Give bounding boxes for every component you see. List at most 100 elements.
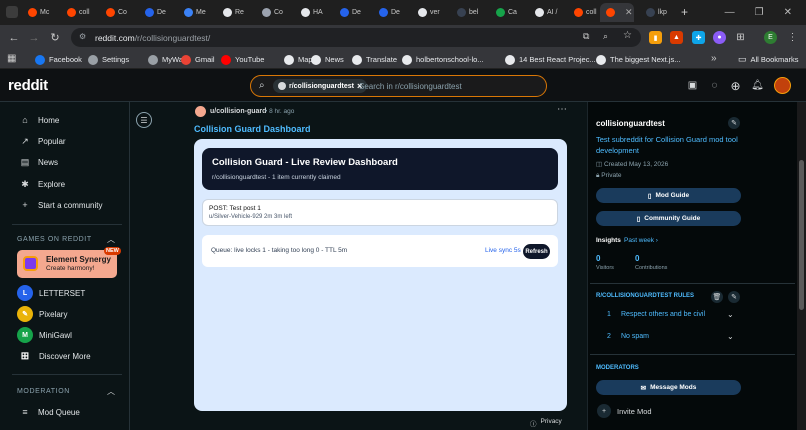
advertise-icon[interactable]: ▣ xyxy=(686,79,699,92)
letterset-icon: L xyxy=(17,285,33,301)
tab-search-icon[interactable] xyxy=(6,6,18,18)
privacy-link[interactable]: ⓘ Privacy xyxy=(530,418,562,428)
bookmark-item[interactable]: Gmail xyxy=(181,50,215,69)
extensions-puzzle-icon[interactable]: ⊞ xyxy=(734,31,747,44)
browser-tab[interactable]: Co xyxy=(100,3,138,22)
forward-icon[interactable]: → xyxy=(24,25,44,50)
extension-icon-2[interactable]: ▲ xyxy=(670,31,683,44)
extension-icon-4[interactable]: ● xyxy=(713,31,726,44)
edit-rules-icon[interactable]: ✎ xyxy=(728,291,740,303)
past-week-selector[interactable]: Past week › xyxy=(624,237,658,244)
reddit-logo[interactable]: reddit xyxy=(8,77,48,94)
browser-tab[interactable]: De xyxy=(334,3,372,22)
post-title[interactable]: Collision Guard Dashboard xyxy=(194,124,311,134)
rule-expand-chevron-icon[interactable]: ⌄ xyxy=(727,310,734,319)
zoom-icon[interactable]: ⌕ xyxy=(603,31,608,42)
back-icon[interactable]: ← xyxy=(4,25,24,50)
page-scrollbar-thumb[interactable] xyxy=(799,160,804,310)
delete-rules-icon[interactable]: 🗑︎ xyxy=(711,291,723,303)
post-author[interactable]: u/collision-guard xyxy=(210,108,266,115)
bookmark-star-icon[interactable]: ☆ xyxy=(623,30,632,41)
edit-description-icon[interactable]: ✎ xyxy=(728,117,740,129)
bookmark-item[interactable]: Facebook xyxy=(35,50,82,69)
browser-tab[interactable]: AI / xyxy=(529,3,567,22)
extension-icon-1[interactable]: ▮ xyxy=(649,31,662,44)
moderation-collapse-chevron-icon[interactable]: ︿ xyxy=(107,386,115,397)
search-input[interactable]: ⌕ r/collisionguardtest × Search in r/col… xyxy=(250,75,547,97)
search-scope-chip[interactable]: r/collisionguardtest × xyxy=(273,79,368,93)
claimed-post-row[interactable]: POST: Test post 1 u/Silver-Vehicle-929 2… xyxy=(202,199,558,226)
extension-icon-3[interactable]: ✚ xyxy=(692,31,705,44)
browser-menu-icon[interactable]: ⋮ xyxy=(786,31,799,44)
create-post-icon[interactable]: ⊕ xyxy=(729,79,742,93)
restore-icon[interactable]: ❐ xyxy=(755,7,764,18)
bookmark-item[interactable]: 14 Best React Projec... xyxy=(505,50,596,69)
tab-label: Co xyxy=(118,9,127,16)
browser-tab[interactable]: Mc xyxy=(22,3,60,22)
browser-tab[interactable]: coll xyxy=(61,3,99,22)
author-avatar[interactable] xyxy=(195,106,206,117)
user-avatar[interactable] xyxy=(774,77,791,94)
notifications-icon[interactable]: 🔔︎ xyxy=(751,79,764,92)
browser-tab[interactable]: ✕ xyxy=(600,3,634,22)
game-minigawl[interactable]: M MiniGawl xyxy=(17,327,72,343)
divider xyxy=(12,224,122,225)
browser-tab[interactable]: De xyxy=(373,3,411,22)
nav-start-community[interactable]: + Start a community xyxy=(20,200,102,210)
tab-close-icon[interactable]: ✕ xyxy=(625,7,633,18)
bookmark-item[interactable]: Settings xyxy=(88,50,129,69)
game-letterset[interactable]: L LETTERSET xyxy=(17,285,85,301)
browser-tab[interactable]: lkp xyxy=(640,3,678,22)
game-element-synergy[interactable]: Element Synergy Create harmony! xyxy=(17,250,117,278)
community-guide-button[interactable]: ▯ Community Guide xyxy=(596,211,741,226)
bookmark-item[interactable]: YouTube xyxy=(221,50,264,69)
rule-item[interactable]: 1 Respect others and be civil ⌄ xyxy=(596,310,741,322)
nav-news[interactable]: ▤ News xyxy=(20,157,58,168)
browser-tab[interactable]: De xyxy=(139,3,177,22)
nav-explore[interactable]: ✱ Explore xyxy=(20,179,65,190)
game-pixelary[interactable]: ✎ Pixelary xyxy=(17,306,67,322)
close-icon[interactable]: ✕ xyxy=(784,7,792,18)
nav-home[interactable]: ⌂ Home xyxy=(20,115,59,125)
bookmark-item[interactable]: Translate xyxy=(352,50,397,69)
bookmark-item[interactable]: The biggest Next.js... xyxy=(596,50,680,69)
message-mods-button[interactable]: ✉ Message Mods xyxy=(596,380,741,395)
bookmark-item[interactable]: News xyxy=(311,50,344,69)
translate-icon[interactable]: ⧉ xyxy=(583,31,589,42)
browser-tab[interactable]: ver xyxy=(412,3,450,22)
refresh-button[interactable]: Refresh xyxy=(523,244,550,259)
nav-popular[interactable]: ↗ Popular xyxy=(20,136,65,147)
browser-tab[interactable]: Ca xyxy=(490,3,528,22)
folder-icon: ▭ xyxy=(738,54,747,64)
new-tab-button[interactable]: + xyxy=(681,5,688,19)
discover-more[interactable]: ⊞ Discover More xyxy=(17,348,91,364)
invite-mod-button[interactable]: + Invite Mod xyxy=(597,404,652,418)
all-bookmarks[interactable]: ▭ All Bookmarks xyxy=(738,50,798,69)
profile-avatar[interactable]: E xyxy=(764,31,777,44)
guide-icon: ▯ xyxy=(636,215,641,223)
nav-mod-queue[interactable]: ≡ Mod Queue xyxy=(20,407,79,417)
mod-guide-button[interactable]: ▯ Mod Guide xyxy=(596,188,741,203)
games-section-header[interactable]: GAMES ON REDDIT xyxy=(17,236,92,243)
browser-tab[interactable]: bel xyxy=(451,3,489,22)
moderation-section-header[interactable]: MODERATION xyxy=(17,388,70,395)
collapse-sidebar-button[interactable]: ☰ xyxy=(136,112,152,128)
rule-item[interactable]: 2 No spam ⌄ xyxy=(596,332,741,344)
url-input[interactable]: ⚙ reddit.com/r/collisionguardtest/ ⧉ ⌕ ☆ xyxy=(71,28,641,47)
chat-icon[interactable]: ◌ xyxy=(708,79,721,92)
site-info-icon[interactable]: ⚙ xyxy=(79,32,86,41)
post-options-icon[interactable]: ⋯ xyxy=(557,104,567,115)
browser-tab[interactable]: HA xyxy=(295,3,333,22)
browser-tab[interactable]: Re xyxy=(217,3,255,22)
bookmarks-overflow-icon[interactable]: » xyxy=(711,53,717,64)
rule-expand-chevron-icon[interactable]: ⌄ xyxy=(727,332,734,341)
browser-tab[interactable]: Me xyxy=(178,3,216,22)
rule-number: 1 xyxy=(607,311,611,318)
browser-tab[interactable]: Co xyxy=(256,3,294,22)
minimize-icon[interactable]: — xyxy=(725,7,735,18)
reload-icon[interactable]: ↻ xyxy=(45,25,65,50)
bookmark-item[interactable]: holbertonschool-lo... xyxy=(402,50,484,69)
apps-grid-icon[interactable]: ▦ xyxy=(7,53,16,64)
games-collapse-chevron-icon[interactable]: ︿ xyxy=(107,234,115,245)
tab-favicon-icon xyxy=(106,8,115,17)
